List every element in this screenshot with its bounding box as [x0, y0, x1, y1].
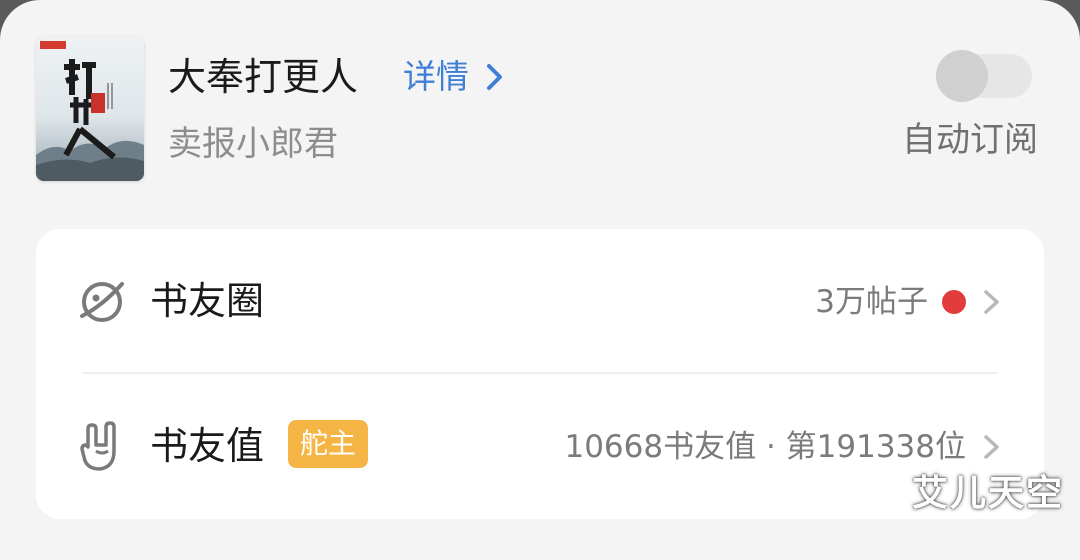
row-reader-value[interactable]: 书友值 舵主 10668书友值 · 第191338位: [36, 374, 1044, 518]
community-card: 书友圈 3万帖子 书友值 舵主 10668书友值 · 第191338位: [36, 229, 1044, 519]
watermark-text: 艾儿天空: [912, 473, 1065, 514]
reader-value-meta: 10668书友值 · 第191338位: [564, 429, 966, 465]
rock-hand-icon: [80, 421, 116, 471]
post-count: 3万帖子: [815, 279, 966, 325]
post-count-text: 3万帖子: [815, 284, 928, 320]
row-reader-circle[interactable]: 书友圈 3万帖子: [36, 229, 1044, 374]
book-details-link[interactable]: 详情: [403, 54, 505, 100]
toggle-knob: [936, 50, 988, 102]
auto-subscribe-label: 自动订阅: [902, 120, 1038, 160]
chevron-right-icon: [984, 435, 999, 459]
book-author: 卖报小郎君: [168, 124, 338, 164]
row-label: 书友值: [150, 424, 265, 468]
rank-badge: 舵主: [288, 420, 369, 468]
chevron-right-icon: [984, 290, 999, 314]
book-info-sheet: 大奉打更人 详情 卖报小郎君 自动订阅 书友圈 3万帖子 书友值 舵主 1066…: [0, 0, 1080, 560]
details-label: 详情: [403, 57, 469, 96]
book-cover[interactable]: [36, 37, 144, 181]
book-cover-image: [36, 41, 144, 181]
row-label: 书友圈: [150, 279, 265, 323]
auto-subscribe-toggle[interactable]: [936, 50, 1032, 102]
chevron-right-icon: [487, 64, 502, 90]
unread-dot: [942, 290, 966, 314]
planet-icon: [80, 282, 124, 322]
book-title: 大奉打更人: [168, 55, 359, 99]
